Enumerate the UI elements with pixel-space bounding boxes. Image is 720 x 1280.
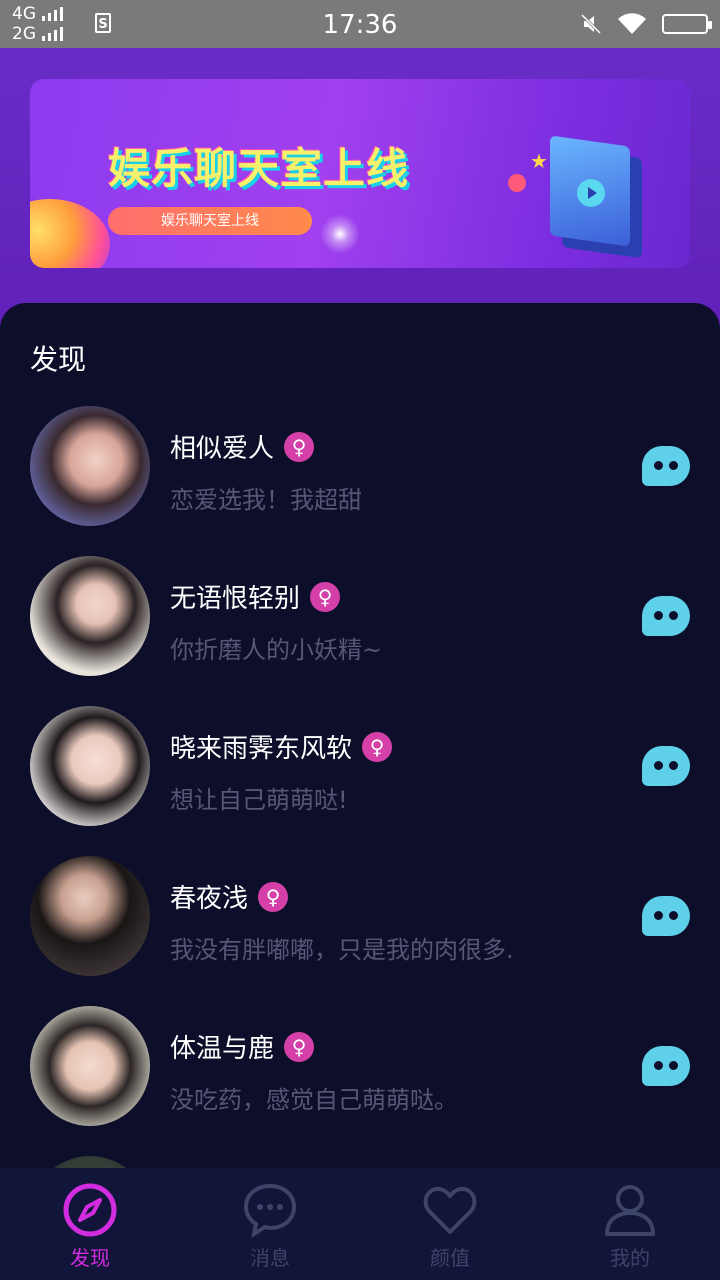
- promo-banner[interactable]: 娱乐聊天室上线 娱乐聊天室上线 ★: [30, 79, 690, 268]
- heart-icon: [423, 1186, 477, 1234]
- user-name: 晓来雨霁东风软: [170, 734, 353, 764]
- mute-icon: [580, 13, 602, 35]
- bottom-tab-bar: 发现 消息 颜值 我的: [0, 1168, 720, 1280]
- list-item[interactable]: 体温与鹿 ♀ 没吃药，感觉自己萌萌哒。: [0, 1006, 720, 1128]
- decorative-ball: [30, 199, 110, 268]
- female-icon: ♀: [258, 881, 289, 912]
- heart-bubble-icon: [508, 174, 526, 192]
- avatar[interactable]: [30, 706, 150, 826]
- avatar[interactable]: [30, 556, 150, 676]
- user-signature: 想让自己萌萌哒!: [170, 786, 348, 814]
- battery-icon: [662, 14, 712, 34]
- user-name: 相似爱人: [170, 434, 275, 464]
- female-icon: ♀: [284, 431, 315, 462]
- female-icon: ♀: [310, 581, 341, 612]
- chat-button[interactable]: [642, 596, 690, 636]
- banner-title: 娱乐聊天室上线: [108, 144, 410, 193]
- female-icon: ♀: [284, 1031, 315, 1062]
- avatar[interactable]: [30, 856, 150, 976]
- avatar[interactable]: [30, 1006, 150, 1126]
- user-name: 体温与鹿: [170, 1034, 275, 1064]
- tab-label: 消息: [250, 1246, 290, 1270]
- list-item[interactable]: 晓来雨霁东风软 ♀ 想让自己萌萌哒!: [0, 706, 720, 828]
- chat-bubble-icon: [243, 1183, 297, 1238]
- person-icon: [605, 1185, 655, 1236]
- avatar[interactable]: [30, 406, 150, 526]
- user-signature: 没吃药，感觉自己萌萌哒。: [170, 1086, 458, 1114]
- tab-appearance[interactable]: 颜值: [360, 1168, 540, 1280]
- section-title: 发现: [30, 343, 87, 376]
- chat-button[interactable]: [642, 746, 690, 786]
- chat-button[interactable]: [642, 446, 690, 486]
- user-signature: 你折磨人的小妖精~: [170, 636, 383, 664]
- tab-messages[interactable]: 消息: [180, 1168, 360, 1280]
- tab-profile[interactable]: 我的: [540, 1168, 720, 1280]
- sparkle-icon: [320, 214, 360, 254]
- tab-label: 发现: [70, 1246, 110, 1270]
- user-signature: 恋爱选我！我超甜: [170, 486, 362, 514]
- user-signature: 我没有胖嘟嘟，只是我的肉很多.: [170, 936, 514, 964]
- tab-discover[interactable]: 发现: [0, 1168, 180, 1280]
- user-name: 春夜浅: [170, 884, 249, 914]
- female-icon: ♀: [362, 731, 393, 762]
- user-name: 无语恨轻别: [170, 584, 301, 614]
- tab-label: 颜值: [430, 1246, 470, 1270]
- banner-pill: 娱乐聊天室上线: [108, 207, 312, 235]
- chat-button[interactable]: [642, 1046, 690, 1086]
- list-item[interactable]: 无语恨轻别 ♀ 你折磨人的小妖精~: [0, 556, 720, 678]
- list-item[interactable]: 相似爱人 ♀ 恋爱选我！我超甜: [0, 406, 720, 528]
- wifi-icon: [618, 13, 646, 35]
- chat-button[interactable]: [642, 896, 690, 936]
- list-item[interactable]: 春夜浅 ♀ 我没有胖嘟嘟，只是我的肉很多.: [0, 856, 720, 978]
- compass-icon: [63, 1183, 117, 1237]
- play-icon: [577, 179, 605, 207]
- tab-label: 我的: [610, 1246, 650, 1270]
- star-icon: ★: [530, 149, 548, 173]
- status-bar: 4G 2G S 17:36: [0, 0, 720, 48]
